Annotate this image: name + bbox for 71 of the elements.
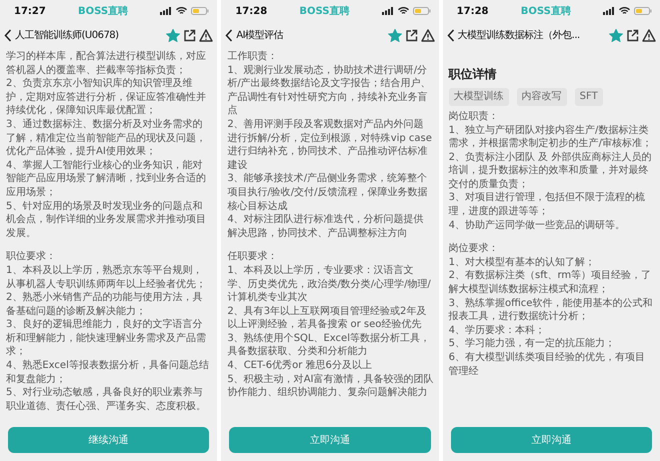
description-text: 5、积极主动，对AI富有激情，具备较强的团队协作能力、组织协调能力、复杂问题解决能力 — [227, 372, 434, 400]
status-time: 17:28 — [456, 4, 488, 18]
description-text: 学习的样本库，配合算法进行模型训练，对应答机器人的覆盖率、拦截率等指标负责； — [6, 50, 207, 78]
share-icon[interactable] — [404, 28, 418, 42]
back-icon[interactable] — [4, 28, 12, 42]
job-title: 人工智能训练师(U0678) — [15, 28, 119, 42]
back-icon[interactable] — [225, 28, 234, 42]
description-text: 2、善用评测手段及客观数据对产品内外问题进行拆解/分析，定位到根源，对特殊vip case进行归纳补充，协同技术、产品推动评估标准建设 — [227, 118, 433, 172]
signal-icon — [160, 7, 172, 15]
description-text: 4、协助产运同学做一些竞品的调研等。 — [448, 218, 626, 232]
description-text: 1、观测行业发展动态，协助技术进行调研/分析/产出最终数据结论及文字报告；结合用户、产品调性有针对性研究方向，持续补充业务盲点 — [227, 64, 432, 118]
description-text: 5、针对应用的场景及时发现业务的问题点和机会点，制作详细的业务发展需求并推动项目发展。 — [6, 200, 207, 240]
battery-icon — [191, 7, 210, 15]
battery-icon — [634, 7, 652, 15]
description-text: 1、本科及以上学历，熟悉京东等平台规则，从事机器人专职训练师两年以上经验者优先； — [6, 264, 207, 292]
status-time: 17:27 — [14, 4, 46, 18]
description-text: 3、熟练使用个SQL、Excel等数据分析工具，具备数据获取、分类和分析能力 — [227, 332, 431, 360]
skill-tag: SFT — [574, 88, 603, 106]
signal-icon — [382, 7, 394, 15]
description-text: 3、通过数据标注、数据分析及对业务需求的了解，精准定位当前智能产品的现状及问题，优化产品体验，提升AI使用效果； — [6, 118, 207, 159]
app-label: BOSS直聘 — [520, 4, 571, 18]
description-text: 2、负责标注小团队 及 外部供应商标注人员的培训，提升数据标注的效率和质量，并对最终交付的质量负责； — [448, 150, 652, 192]
star-icon[interactable] — [388, 28, 402, 42]
description-text: 4、学历要求：本科； — [448, 324, 546, 338]
description-text: 4、熟悉Excel等报表数据分析，具备问题总结和复盘能力； — [6, 359, 210, 386]
app-label: BOSS直聘 — [299, 4, 350, 18]
description-text: 4、对标注团队进行标准迭代，分析问题提供解决思路，协同技术、产品调整标注方向 — [227, 213, 425, 240]
job-title: 大模型训练数据标注（外包... — [458, 28, 580, 42]
description-text: 2、具有3年以上互联网项目管理经验或2年及以上评测经验，若具备搜索 or seo经验优先 — [227, 304, 428, 332]
description-text: 2、熟悉小米销售产品的功能与使用方法，具备基础问题的诊断及解决能力； — [6, 291, 204, 318]
description-text: 3、熟练掌握office软件，能使用基本的公式和报表工具，进行数据统计分析； — [448, 296, 654, 324]
signal-icon — [602, 7, 615, 15]
description-text: 3、良好的逻辑思维能力，良好的文字语言分析和理解能力，能快速理解业务需求及产品需求； — [6, 318, 207, 360]
description-text: 5、学习能力强，有一定的抗压能力； — [448, 337, 616, 351]
description-text: 3、能够承接技术/产品侧业务需求，统筹整个项目执行/验收/交付/反馈流程，保障业务数据核心目标达成 — [227, 172, 428, 214]
skill-tag: 大模型训练 — [448, 88, 509, 106]
warning-icon[interactable] — [420, 28, 435, 42]
wifi-icon — [398, 7, 409, 15]
wifi-icon — [176, 7, 188, 15]
star-icon[interactable] — [166, 28, 180, 42]
chat-button[interactable]: 继续沟通 — [8, 427, 210, 453]
description-text: 1、对大模型有基本的认知了解； — [448, 256, 596, 270]
description-text: 4、掌握人工智能行业核心的业务知识，能对智能产品应用场景了解清晰，找到业务合适的应用场景； — [6, 158, 207, 200]
description-text: 3、对项目进行管理，包括但不限于流程的梳理，进度的跟进等等； — [448, 191, 646, 219]
chat-button[interactable]: 立即沟通 — [450, 427, 652, 453]
star-icon[interactable] — [608, 28, 623, 42]
status-time: 17:28 — [235, 4, 268, 18]
description-text: 2、负责京东京小智知识库的知识管理及维护，定期对应答进行分析，保证应答准确性并持续优化，保障知识库最优配置； — [6, 77, 207, 118]
warning-icon[interactable] — [199, 28, 214, 42]
warning-icon[interactable] — [642, 28, 656, 42]
share-icon[interactable] — [626, 28, 639, 42]
share-icon[interactable] — [183, 28, 196, 42]
description-text: 岗位职责： — [448, 110, 500, 124]
description-text: 4、CET-6优秀or 雅思6分及以上 — [227, 359, 373, 373]
description-text: 1、独立与产研团队对接内容生产/数据标注类需求，并根据需求制定初步的生产/审核标准； — [448, 124, 654, 151]
skill-tag: 内容改写 — [516, 88, 567, 106]
job-title: AI模型评估 — [236, 28, 284, 42]
app-label: BOSS直聘 — [78, 4, 128, 18]
chat-button[interactable]: 立即沟通 — [229, 427, 431, 453]
section-label: 岗位要求： — [448, 242, 500, 256]
description-text: 工作职责： — [227, 50, 278, 64]
description-text: 6、有大模型训练类项目经验的优先，有项目管理经 — [448, 351, 646, 378]
section-label: 任职要求： — [227, 250, 278, 264]
back-icon[interactable] — [446, 28, 455, 42]
battery-icon — [412, 7, 431, 15]
description-text: 5、对行业动态敏感，具备良好的职业素养与职业道德、责任心强、严谨务实、态度积极。 — [6, 386, 207, 414]
section-heading: 职位详情 — [448, 66, 498, 82]
description-text: 2、有数据标注类（sft、rm等）项目经验，了解大模型训练数据标注模式和流程； — [448, 269, 652, 297]
wifi-icon — [618, 7, 630, 15]
section-label: 职位要求： — [6, 250, 57, 264]
description-text: 1、本科及以上学历，专业要求：汉语言文学、历史类优先，政治类/数分类/心理学/物理/计算机类专业其次 — [227, 264, 432, 305]
